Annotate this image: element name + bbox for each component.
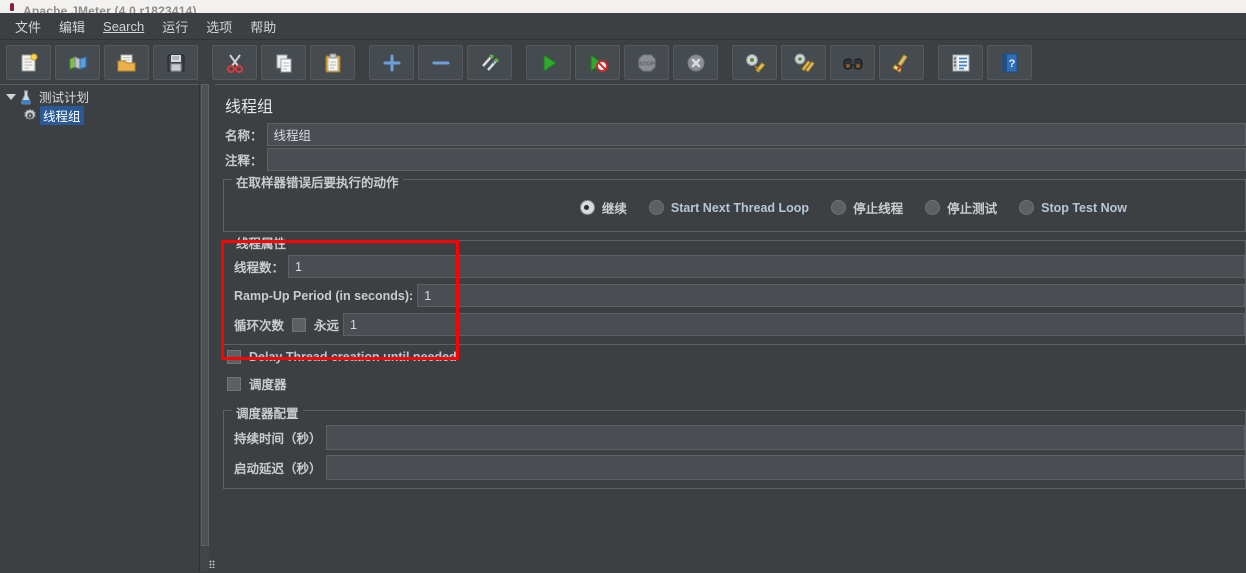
- forever-label: 永远: [314, 319, 340, 333]
- tree-node-label: 测试计划: [39, 91, 90, 105]
- ramp-up-row: Ramp-Up Period (in seconds): 1: [224, 284, 1245, 307]
- stop-icon[interactable]: STOP: [624, 45, 669, 80]
- radio-dot-icon: [925, 200, 941, 215]
- help-icon[interactable]: ?: [987, 45, 1032, 80]
- content-area: 测试计划 线程组 线程组 名称： 线程组 注释： 在取样器错误后要执行的动作 继…: [0, 84, 1246, 573]
- forever-checkbox[interactable]: 永远: [288, 313, 343, 336]
- sampler-error-action-title: 在取样器错误后要执行的动作: [232, 172, 403, 191]
- menu-search[interactable]: Search: [94, 16, 153, 37]
- radio-start-next-thread-loop[interactable]: Start Next Thread Loop: [648, 200, 810, 215]
- menu-search-label: Search: [103, 18, 145, 34]
- clear-icon[interactable]: [732, 45, 777, 80]
- save-icon[interactable]: [153, 45, 198, 80]
- jmeter-logo-icon: [8, 3, 17, 12]
- name-input[interactable]: 线程组: [266, 123, 1246, 146]
- num-threads-input[interactable]: 1: [288, 255, 1245, 278]
- duration-row: 持续时间（秒）: [224, 425, 1245, 450]
- startup-delay-row: 启动延迟（秒）: [224, 455, 1245, 480]
- function-helper-icon[interactable]: [938, 45, 983, 80]
- search-icon[interactable]: [830, 45, 875, 80]
- delay-thread-creation-checkbox[interactable]: Delay Thread creation until needed: [215, 345, 1246, 369]
- startup-delay-label: 启动延迟（秒）: [234, 462, 322, 476]
- collapse-all-icon[interactable]: [418, 45, 463, 80]
- thread-group-panel: 线程组 名称： 线程组 注释： 在取样器错误后要执行的动作 继续 Start N…: [215, 84, 1246, 573]
- open-icon[interactable]: [104, 45, 149, 80]
- ramp-up-label: Ramp-Up Period (in seconds):: [234, 288, 414, 303]
- radio-continue[interactable]: 继续: [579, 198, 627, 217]
- duration-input[interactable]: [325, 425, 1245, 450]
- menu-edit[interactable]: 编辑: [50, 14, 94, 39]
- scheduler-configuration-group: 调度器配置 持续时间（秒） 启动延迟（秒）: [223, 403, 1246, 489]
- num-threads-label: 线程数：: [234, 261, 285, 275]
- toolbar: STOP ?: [0, 40, 1246, 86]
- page-title: 线程组: [225, 99, 274, 116]
- checkbox-box-icon: [292, 317, 307, 332]
- toggle-icon[interactable]: [467, 45, 512, 80]
- num-threads-row: 线程数： 1: [224, 255, 1245, 278]
- thread-properties-group: 线程属性 线程数： 1 Ramp-Up Period (in seconds):…: [223, 233, 1246, 345]
- test-plan-tree[interactable]: 测试计划 线程组: [0, 84, 199, 573]
- radio-label: 继续: [601, 202, 627, 216]
- name-label: 名称：: [225, 129, 263, 143]
- menu-file[interactable]: 文件: [6, 14, 50, 39]
- tree-node-label: 线程组: [40, 106, 84, 125]
- paste-icon[interactable]: [310, 45, 355, 80]
- window-titlebar: Apache JMeter (4.0 r1823414): [0, 0, 1246, 13]
- radio-dot-icon: [1019, 200, 1035, 215]
- templates-icon[interactable]: [55, 45, 100, 80]
- radio-stop-test[interactable]: 停止测试: [925, 198, 997, 217]
- scheduler-label: 调度器: [249, 378, 287, 392]
- menubar: 文件 编辑 Search 运行 选项 帮助: [0, 13, 1246, 40]
- start-no-pauses-icon[interactable]: [575, 45, 620, 80]
- scheduler-checkbox[interactable]: 调度器: [215, 369, 1246, 398]
- comment-row: 注释：: [215, 148, 1246, 171]
- radio-stop-thread[interactable]: 停止线程: [831, 198, 903, 217]
- start-icon[interactable]: [526, 45, 571, 80]
- shutdown-icon[interactable]: [673, 45, 718, 80]
- radio-dot-icon: [648, 200, 664, 215]
- thread-group-icon: [22, 108, 38, 124]
- loop-count-row: 循环次数 永远 1: [224, 313, 1245, 336]
- new-icon[interactable]: [6, 45, 51, 80]
- radio-label: 停止测试: [947, 202, 998, 216]
- menu-options[interactable]: 选项: [197, 14, 241, 39]
- test-plan-icon: [18, 89, 34, 105]
- jmeter-window: Apache JMeter (4.0 r1823414) 文件 编辑 Searc…: [0, 0, 1246, 573]
- sampler-error-action-group: 在取样器错误后要执行的动作 继续 Start Next Thread Loop …: [223, 172, 1246, 232]
- radio-dot-icon: [831, 200, 847, 215]
- svg-text:?: ?: [1008, 58, 1015, 70]
- expand-all-icon[interactable]: [369, 45, 414, 80]
- tree-node-test-plan[interactable]: 测试计划: [0, 87, 199, 106]
- checkbox-box-icon: [227, 376, 241, 391]
- loop-count-label: 循环次数: [234, 319, 285, 333]
- radio-label: Stop Test Now: [1041, 200, 1127, 215]
- name-row: 名称： 线程组: [215, 123, 1246, 146]
- copy-icon[interactable]: [261, 45, 306, 80]
- reset-search-icon[interactable]: [879, 45, 924, 80]
- radio-dot-icon: [579, 200, 595, 215]
- duration-label: 持续时间（秒）: [234, 432, 322, 446]
- clear-all-icon[interactable]: [781, 45, 826, 80]
- tree-node-thread-group[interactable]: 线程组: [0, 106, 199, 125]
- startup-delay-input[interactable]: [325, 455, 1245, 480]
- window-title: Apache JMeter (4.0 r1823414): [23, 4, 197, 13]
- scheduler-configuration-title: 调度器配置: [232, 403, 303, 422]
- comment-label: 注释：: [225, 154, 263, 168]
- delay-thread-creation-label: Delay Thread creation until needed: [249, 350, 457, 364]
- checkbox-box-icon: [227, 350, 241, 364]
- cut-icon[interactable]: [212, 45, 257, 80]
- thread-properties-title: 线程属性: [232, 233, 291, 252]
- radio-label: Start Next Thread Loop: [670, 200, 810, 215]
- loop-count-input[interactable]: 1: [343, 313, 1245, 336]
- sampler-error-action-options: 继续 Start Next Thread Loop 停止线程 停止测试 Stop…: [224, 192, 1245, 223]
- radio-label: 停止线程: [853, 202, 904, 216]
- ramp-up-input[interactable]: 1: [417, 284, 1245, 307]
- expand-caret-icon[interactable]: [4, 90, 18, 104]
- scrollbar-thumb[interactable]: [201, 84, 209, 546]
- svg-text:STOP: STOP: [639, 61, 654, 67]
- comment-input[interactable]: [266, 148, 1246, 171]
- menu-run[interactable]: 运行: [153, 14, 197, 39]
- menu-help[interactable]: 帮助: [241, 14, 285, 39]
- radio-stop-test-now[interactable]: Stop Test Now: [1019, 200, 1127, 215]
